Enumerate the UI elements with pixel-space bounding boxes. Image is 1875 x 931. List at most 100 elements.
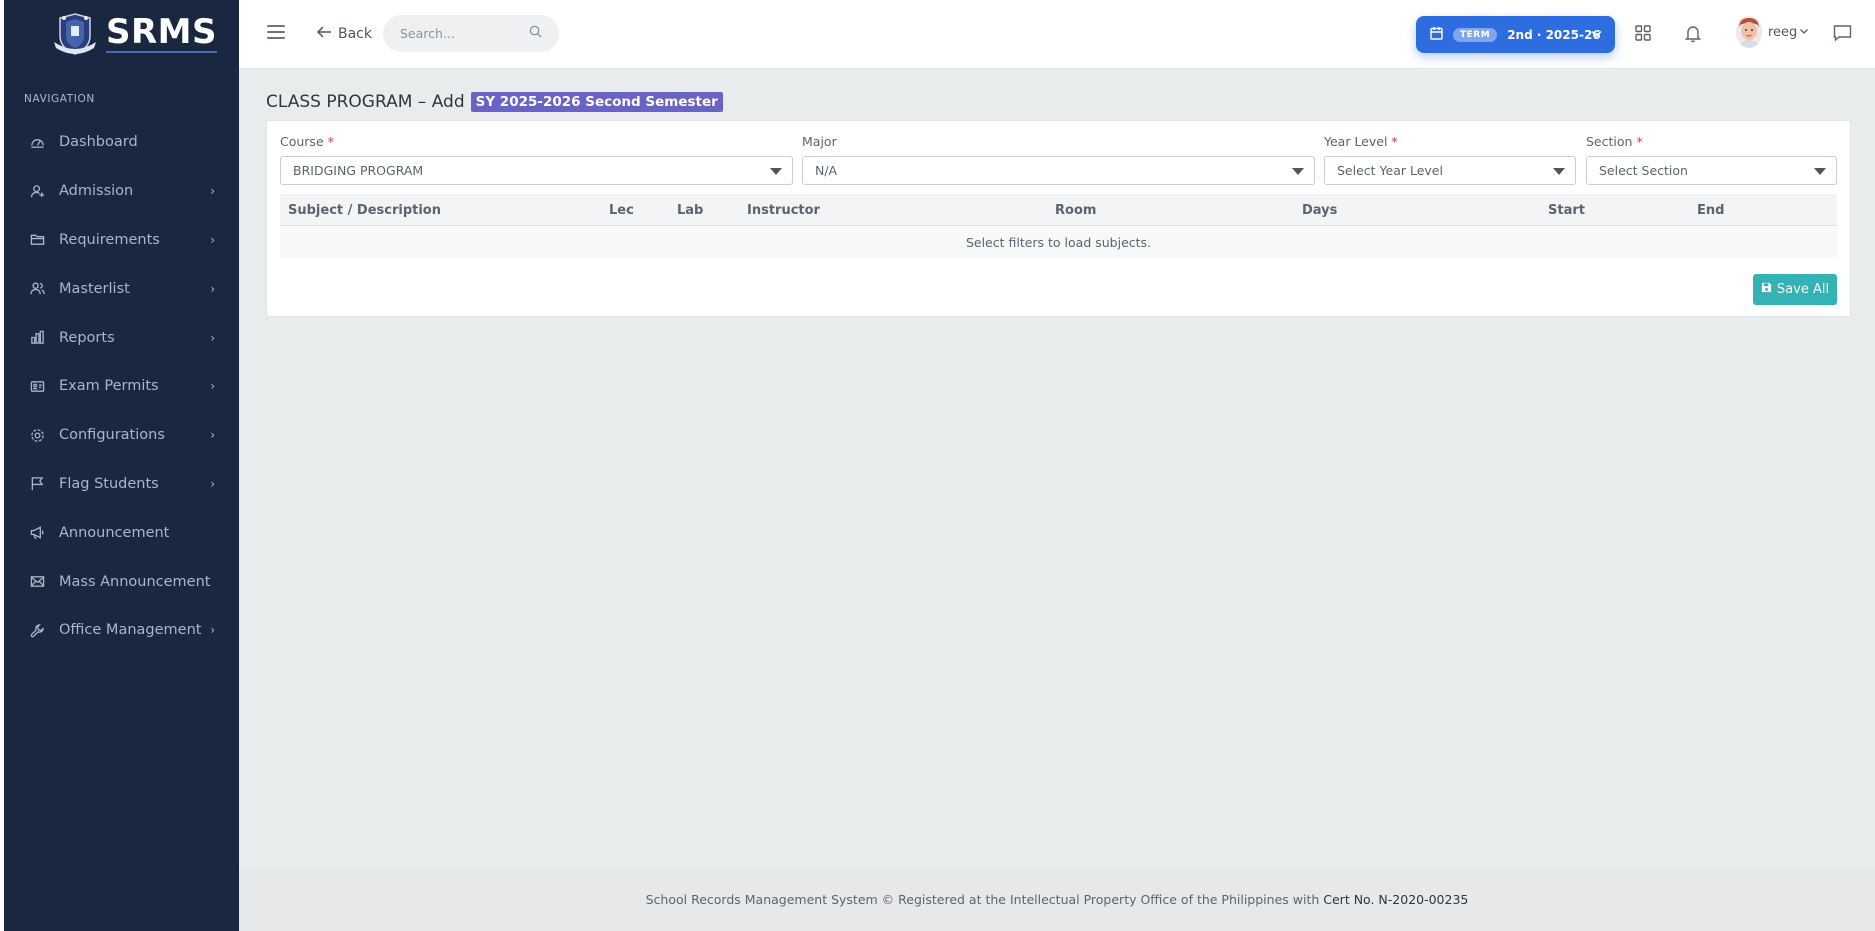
column-header: Lec <box>609 203 634 218</box>
sidebar-item-label: Announcement <box>59 524 170 541</box>
section-label: Section * <box>1586 134 1643 149</box>
sidebar-item-reports[interactable]: Reports › <box>4 313 239 362</box>
chevron-right-icon: › <box>210 232 215 247</box>
caret-down-icon <box>1814 168 1826 175</box>
column-header: Subject / Description <box>288 203 441 218</box>
sidebar-item-exam-permits[interactable]: Exam Permits › <box>4 362 239 411</box>
course-select[interactable]: BRIDGING PROGRAM <box>280 156 793 185</box>
section-select[interactable]: Select Section <box>1586 156 1837 185</box>
sidebar-item-announcement[interactable]: Announcement <box>4 508 239 557</box>
footer-cert: Cert No. N-2020-00235 <box>1323 892 1469 907</box>
year-level-label: Year Level * <box>1324 134 1398 149</box>
wrench-icon <box>29 622 45 638</box>
sidebar-item-configurations[interactable]: Configurations › <box>4 411 239 460</box>
sidebar-item-admission[interactable]: Admission › <box>4 167 239 216</box>
flag-icon <box>29 476 45 492</box>
sidebar-item-office-management[interactable]: Office Management › <box>4 606 239 655</box>
sidebar-item-label: Masterlist <box>59 280 130 297</box>
sidebar-item-label: Flag Students <box>59 475 159 492</box>
nav-heading: NAVIGATION <box>24 93 95 105</box>
footer-text: School Records Management System © Regis… <box>645 892 1320 907</box>
mail-icon <box>29 574 45 590</box>
sidebar-item-label: Configurations <box>59 427 165 444</box>
arrow-left-icon <box>316 24 332 43</box>
menu-toggle-icon[interactable] <box>267 25 285 41</box>
required-mark: * <box>1636 134 1643 149</box>
chevron-right-icon: › <box>210 330 215 345</box>
term-value: 2nd · 2025-26 <box>1507 27 1601 42</box>
sidebar-item-label: Mass Announcement <box>59 573 211 590</box>
id-card-icon <box>29 378 45 394</box>
search-box <box>383 15 559 52</box>
footer: School Records Management System © Regis… <box>239 869 1875 931</box>
column-header: Instructor <box>747 203 820 218</box>
major-select[interactable]: N/A <box>802 156 1315 185</box>
sidebar-item-label: Dashboard <box>59 134 138 151</box>
back-label: Back <box>338 25 372 42</box>
term-badge: TERM <box>1453 27 1498 42</box>
course-label-text: Course <box>280 134 324 149</box>
section-label-text: Section <box>1586 134 1633 149</box>
save-all-label: Save All <box>1776 282 1830 297</box>
course-select-value: BRIDGING PROGRAM <box>293 163 424 178</box>
save-all-button[interactable]: Save All <box>1753 274 1837 305</box>
gear-icon <box>29 427 45 443</box>
apps-grid-icon[interactable] <box>1634 24 1654 44</box>
sidebar-item-label: Admission <box>59 183 134 200</box>
subjects-table-header: Subject / Description Lec Lab Instructor… <box>280 194 1837 226</box>
dashboard-icon <box>29 134 45 150</box>
users-icon <box>29 281 45 297</box>
required-mark: * <box>327 134 334 149</box>
sidebar-item-flag-students[interactable]: Flag Students › <box>4 460 239 509</box>
chevron-down-icon <box>1799 25 1809 40</box>
search-icon[interactable] <box>529 25 543 39</box>
year-level-select[interactable]: Select Year Level <box>1324 156 1576 185</box>
table-empty-message: Select filters to load subjects. <box>280 227 1837 258</box>
page-title: CLASS PROGRAM – Add SY 2025-2026 Second … <box>266 92 723 112</box>
column-header: End <box>1697 203 1725 218</box>
school-logo <box>52 12 98 56</box>
sidebar-item-masterlist[interactable]: Masterlist › <box>4 264 239 313</box>
brand[interactable]: SRMS <box>52 12 217 56</box>
chevron-right-icon: › <box>210 476 215 491</box>
sidebar-nav: Dashboard Admission › Requirements › Mas… <box>4 118 239 655</box>
bell-icon[interactable] <box>1684 24 1704 44</box>
folder-icon <box>29 232 45 248</box>
year-level-select-value: Select Year Level <box>1337 163 1443 178</box>
course-label: Course * <box>280 134 334 149</box>
sidebar-item-mass-announcement[interactable]: Mass Announcement <box>4 557 239 606</box>
term-selector-button[interactable]: TERM 2nd · 2025-26 <box>1416 16 1615 53</box>
user-menu[interactable]: reeg <box>1736 16 1809 48</box>
chevron-right-icon: › <box>210 428 215 443</box>
save-icon <box>1761 282 1772 297</box>
chat-icon[interactable] <box>1833 24 1853 44</box>
bar-chart-icon <box>29 330 45 346</box>
chevron-right-icon: › <box>210 281 215 296</box>
sidebar-item-label: Exam Permits <box>59 378 159 395</box>
major-select-value: N/A <box>815 163 838 178</box>
brand-name: SRMS <box>106 12 217 53</box>
major-label-text: Major <box>802 134 837 149</box>
chevron-down-icon <box>1590 27 1603 44</box>
column-header: Room <box>1055 203 1097 218</box>
caret-down-icon <box>1292 168 1304 175</box>
back-button[interactable]: Back <box>316 24 372 43</box>
avatar <box>1736 16 1762 48</box>
chevron-right-icon: › <box>210 623 215 638</box>
caret-down-icon <box>1553 168 1565 175</box>
topbar: Back TERM 2nd · 2025-26 <box>239 0 1875 69</box>
sidebar-item-label: Requirements <box>59 231 160 248</box>
sidebar-item-dashboard[interactable]: Dashboard <box>4 118 239 167</box>
column-header: Lab <box>677 203 704 218</box>
column-header: Start <box>1548 203 1585 218</box>
caret-down-icon <box>770 168 782 175</box>
megaphone-icon <box>29 525 45 541</box>
sidebar-item-requirements[interactable]: Requirements › <box>4 216 239 265</box>
year-level-label-text: Year Level <box>1324 134 1388 149</box>
school-year-badge: SY 2025-2026 Second Semester <box>470 92 723 112</box>
chevron-right-icon: › <box>210 184 215 199</box>
search-input[interactable] <box>383 15 513 52</box>
page-title-text: CLASS PROGRAM – Add <box>266 92 465 112</box>
sidebar-item-label: Office Management <box>59 622 202 639</box>
major-label: Major <box>802 134 837 149</box>
